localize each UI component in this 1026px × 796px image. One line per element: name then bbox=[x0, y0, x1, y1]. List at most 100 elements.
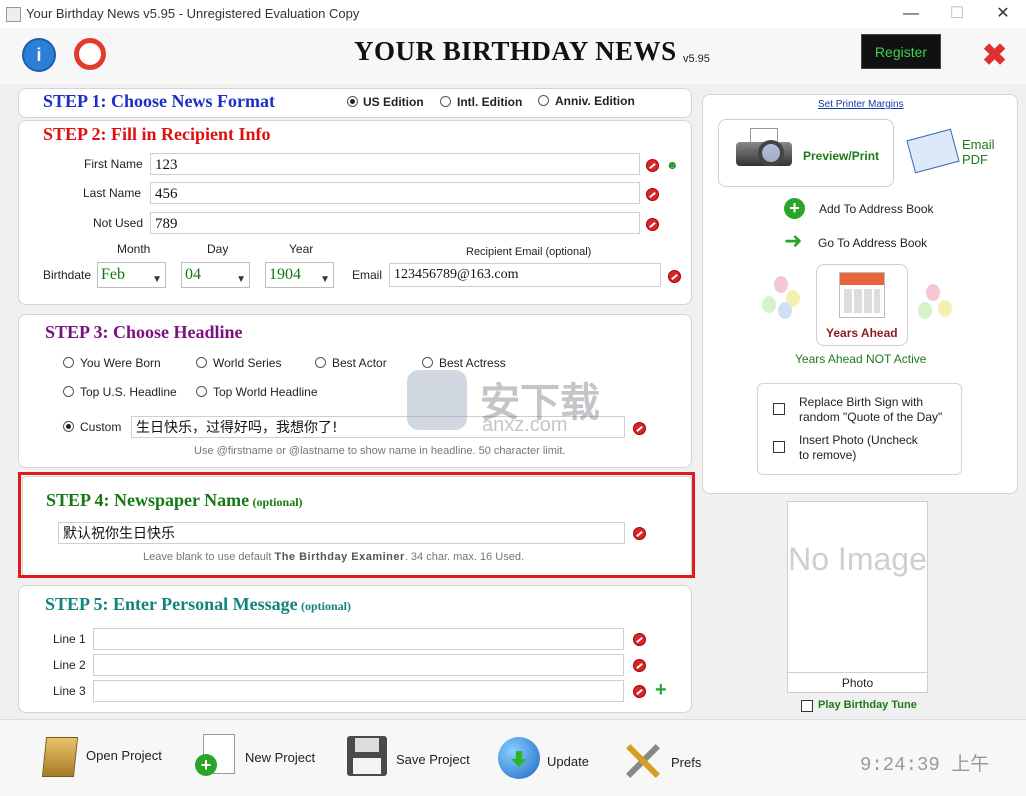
new-project-icon[interactable]: + bbox=[195, 734, 235, 776]
year-select[interactable]: 1904 ▼ bbox=[265, 262, 334, 288]
clear-line2-icon[interactable] bbox=[633, 659, 646, 672]
add-address-icon[interactable]: + bbox=[784, 198, 805, 219]
year-label: Year bbox=[289, 242, 314, 256]
day-label: Day bbox=[207, 242, 229, 256]
newspaper-name-hint: Leave blank to use default The Birthday … bbox=[143, 551, 524, 563]
chevron-down-icon: ▼ bbox=[320, 274, 330, 285]
printer-icon bbox=[736, 128, 794, 176]
step4-title: STEP 4: Newspaper Name bbox=[46, 490, 250, 510]
help-lifebuoy-icon[interactable] bbox=[74, 38, 106, 70]
clear-line1-icon[interactable] bbox=[633, 633, 646, 646]
clock-display: 9:24:39 上午 bbox=[860, 754, 990, 776]
register-button[interactable]: Register bbox=[861, 34, 941, 69]
radio-us-edition[interactable] bbox=[347, 96, 358, 107]
replace-birth-sign-checkbox[interactable] bbox=[773, 403, 785, 415]
add-address-book-label[interactable]: Add To Address Book bbox=[819, 202, 934, 216]
preview-print-label: Preview/Print bbox=[803, 149, 880, 163]
month-label: Month bbox=[117, 242, 151, 256]
last-name-input[interactable]: 456 bbox=[150, 182, 640, 204]
play-tune-label: Play Birthday Tune bbox=[818, 699, 917, 711]
save-disk-icon[interactable] bbox=[347, 736, 387, 776]
go-address-arrow-icon[interactable]: ➜ bbox=[784, 230, 802, 252]
radio-custom[interactable] bbox=[63, 421, 74, 432]
version-label: v5.95 bbox=[683, 53, 710, 65]
title-bar: Your Birthday News v5.95 - Unregistered … bbox=[0, 0, 1026, 28]
clear-line3-icon[interactable] bbox=[633, 685, 646, 698]
radio-best-actor[interactable] bbox=[315, 357, 326, 368]
radio-best-actress[interactable] bbox=[422, 357, 433, 368]
minimize-button[interactable]: — bbox=[888, 0, 934, 28]
radio-anniv-edition[interactable] bbox=[538, 95, 549, 106]
calendar-icon bbox=[839, 272, 885, 318]
insert-photo-checkbox[interactable] bbox=[773, 441, 785, 453]
prefs-tools-icon[interactable] bbox=[622, 740, 664, 780]
step4-optional: (optional) bbox=[252, 495, 303, 509]
clear-first-name-icon[interactable] bbox=[646, 159, 659, 172]
email-input[interactable]: 123456789@163.com bbox=[389, 263, 661, 287]
birthdate-label: Birthdate bbox=[43, 268, 92, 282]
update-globe-icon[interactable] bbox=[498, 737, 540, 779]
newspaper-name-input[interactable]: 默认祝你生日快乐 bbox=[58, 522, 625, 544]
window-title: Your Birthday News v5.95 - Unregistered … bbox=[26, 6, 360, 21]
save-project-label[interactable]: Save Project bbox=[396, 752, 470, 767]
photo-box[interactable] bbox=[787, 501, 928, 693]
hint-pre: Leave blank to use default bbox=[143, 551, 275, 563]
first-name-input[interactable]: 123 bbox=[150, 153, 640, 175]
contacts-icon[interactable]: ☻ bbox=[666, 158, 679, 172]
new-project-label[interactable]: New Project bbox=[245, 750, 315, 765]
go-address-book-label[interactable]: Go To Address Book bbox=[818, 236, 927, 250]
message-line2-input[interactable] bbox=[93, 654, 624, 676]
month-select[interactable]: Feb ▼ bbox=[97, 262, 166, 288]
intl-edition-label: Intl. Edition bbox=[457, 95, 523, 109]
world-series-label: World Series bbox=[213, 356, 282, 370]
radio-top-world-headline[interactable] bbox=[196, 386, 207, 397]
last-name-label: Last Name bbox=[83, 186, 142, 200]
radio-world-series[interactable] bbox=[196, 357, 207, 368]
not-used-input[interactable]: 789 bbox=[150, 212, 640, 234]
radio-you-were-born[interactable] bbox=[63, 357, 74, 368]
clear-not-used-icon[interactable] bbox=[646, 218, 659, 231]
years-ahead-status: Years Ahead NOT Active bbox=[795, 352, 927, 366]
clear-custom-headline-icon[interactable] bbox=[633, 422, 646, 435]
step5-title: STEP 5: Enter Personal Message bbox=[45, 594, 298, 614]
window-close-button[interactable]: ✕ bbox=[980, 0, 1026, 28]
open-project-label[interactable]: Open Project bbox=[86, 748, 162, 763]
insert-photo-label: Insert Photo (Uncheck to remove) bbox=[799, 433, 918, 462]
headline-hint: Use @firstname or @lastname to show name… bbox=[194, 445, 566, 457]
message-line3-input[interactable] bbox=[93, 680, 624, 702]
prefs-label[interactable]: Prefs bbox=[671, 755, 701, 770]
best-actor-label: Best Actor bbox=[332, 356, 387, 370]
day-value: 04 bbox=[185, 266, 201, 283]
year-value: 1904 bbox=[269, 266, 301, 283]
first-name-label: First Name bbox=[84, 157, 143, 171]
maximize-button[interactable]: ☐ bbox=[934, 0, 980, 28]
radio-top-us-headline[interactable] bbox=[63, 386, 74, 397]
line2-label: Line 2 bbox=[53, 658, 86, 672]
app-icon bbox=[6, 7, 21, 22]
info-icon[interactable]: i bbox=[22, 38, 56, 72]
clear-newspaper-name-icon[interactable] bbox=[633, 527, 646, 540]
set-printer-margins-link[interactable]: Set Printer Margins bbox=[818, 99, 904, 110]
chevron-down-icon: ▼ bbox=[236, 274, 246, 285]
day-select[interactable]: 04 ▼ bbox=[181, 262, 250, 288]
hint-post: . 34 char. max. 16 Used. bbox=[404, 551, 525, 563]
anniv-edition-label: Anniv. Edition bbox=[555, 94, 635, 108]
message-line1-input[interactable] bbox=[93, 628, 624, 650]
clear-email-icon[interactable] bbox=[668, 270, 681, 283]
email-header-label: Recipient Email (optional) bbox=[466, 246, 592, 258]
years-ahead-label: Years Ahead bbox=[826, 326, 898, 340]
brand-title: YOUR BIRTHDAY NEWS bbox=[354, 36, 677, 66]
step5-optional: (optional) bbox=[301, 599, 352, 613]
clear-last-name-icon[interactable] bbox=[646, 188, 659, 201]
step2-title: STEP 2: Fill in Recipient Info bbox=[43, 124, 271, 144]
step5-title-row: STEP 5: Enter Personal Message (optional… bbox=[45, 594, 351, 615]
open-folder-icon[interactable] bbox=[40, 733, 79, 777]
update-label[interactable]: Update bbox=[547, 754, 589, 769]
play-tune-checkbox[interactable] bbox=[801, 700, 813, 712]
radio-intl-edition[interactable] bbox=[440, 96, 451, 107]
email-pdf-label[interactable]: Email PDF bbox=[962, 137, 1002, 167]
line1-label: Line 1 bbox=[53, 632, 86, 646]
add-line-icon[interactable]: + bbox=[655, 680, 667, 700]
step4-title-row: STEP 4: Newspaper Name (optional) bbox=[46, 490, 303, 511]
exit-icon[interactable]: ✖ bbox=[982, 38, 1007, 73]
